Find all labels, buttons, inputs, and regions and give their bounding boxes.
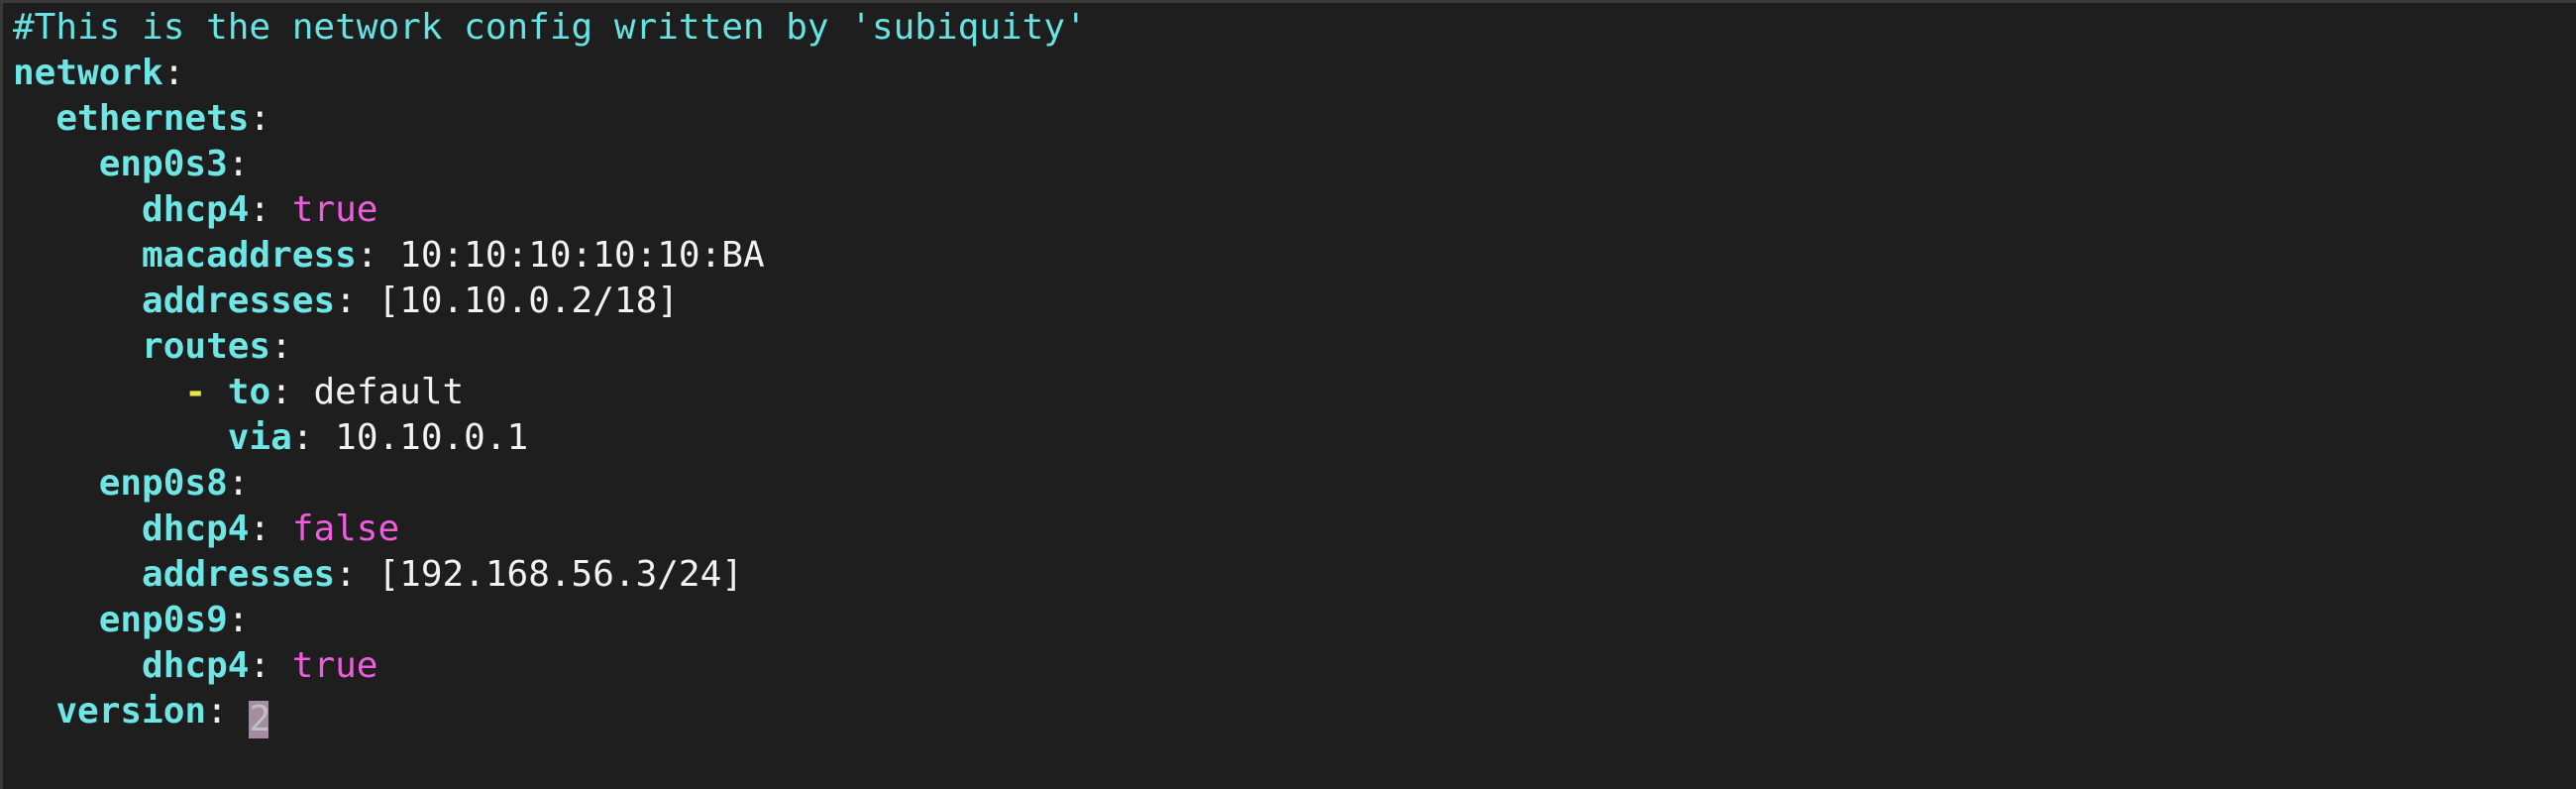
- yaml-key: macaddress: [142, 235, 357, 276]
- yaml-line-enp0s9-dhcp4: dhcp4: true: [142, 645, 378, 686]
- yaml-key: addresses: [142, 554, 336, 595]
- yaml-key: to: [227, 372, 271, 412]
- yaml-value: 10:10:10:10:10:BA: [399, 235, 765, 276]
- yaml-value: [192.168.56.3/24]: [377, 554, 743, 595]
- yaml-line-enp0s3: enp0s3:: [98, 144, 250, 184]
- yaml-line-route-via: via: 10.10.0.1: [227, 417, 529, 458]
- yaml-key: ethernets: [55, 98, 250, 139]
- yaml-line-enp0s3-macaddress: macaddress: 10:10:10:10:10:BA: [142, 235, 765, 276]
- yaml-key: dhcp4: [142, 189, 250, 230]
- yaml-key: version: [55, 691, 207, 732]
- yaml-key: via: [227, 417, 292, 458]
- yaml-line-version: version: 2: [55, 691, 271, 739]
- yaml-bool-value: true: [291, 645, 378, 686]
- yaml-value: [10.10.0.2/18]: [377, 281, 679, 321]
- yaml-line-network: network:: [13, 53, 185, 93]
- yaml-key: network: [13, 53, 163, 93]
- yaml-key: dhcp4: [142, 645, 250, 686]
- yaml-key: enp0s8: [98, 463, 228, 504]
- yaml-line-enp0s3-addresses: addresses: [10.10.0.2/18]: [142, 281, 679, 321]
- yaml-line-route-to: - to: default: [184, 372, 465, 412]
- yaml-key: routes: [142, 326, 271, 367]
- yaml-key: enp0s3: [98, 144, 228, 184]
- yaml-line-enp0s8-addresses: addresses: [192.168.56.3/24]: [142, 554, 743, 595]
- comment-line: #This is the network config written by '…: [13, 7, 1087, 48]
- yaml-value: default: [313, 372, 465, 412]
- yaml-line-enp0s3-dhcp4: dhcp4: true: [142, 189, 378, 230]
- list-dash: -: [184, 372, 207, 412]
- yaml-key: addresses: [142, 281, 336, 321]
- yaml-bool-value: false: [291, 508, 400, 549]
- yaml-line-ethernets: ethernets:: [55, 98, 271, 139]
- yaml-bool-value: true: [291, 189, 378, 230]
- yaml-key: enp0s9: [98, 600, 228, 640]
- yaml-line-enp0s9: enp0s9:: [98, 600, 250, 640]
- yaml-line-enp0s3-routes: routes:: [142, 326, 292, 367]
- yaml-key: dhcp4: [142, 508, 250, 549]
- yaml-line-enp0s8-dhcp4: dhcp4: false: [142, 508, 400, 549]
- text-cursor[interactable]: 2: [249, 701, 270, 738]
- yaml-line-enp0s8: enp0s8:: [98, 463, 250, 504]
- terminal-editor[interactable]: #This is the network config written by '…: [0, 0, 2576, 789]
- yaml-value: 10.10.0.1: [335, 417, 529, 458]
